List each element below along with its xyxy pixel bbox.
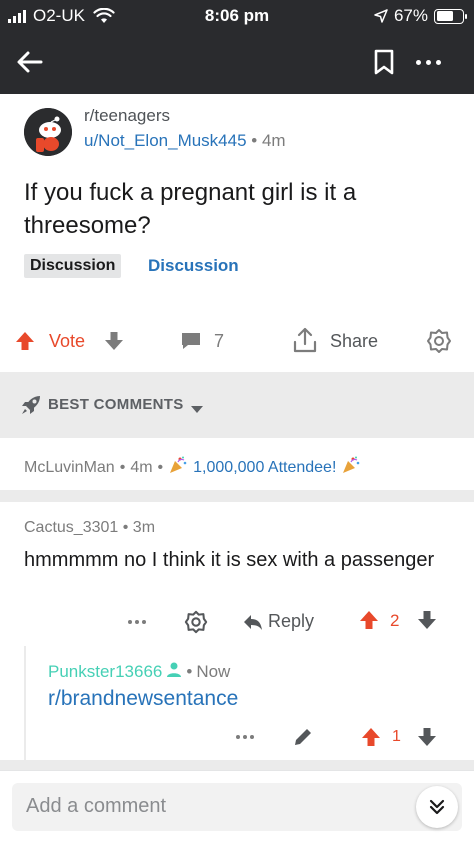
battery-percent: 67% xyxy=(393,6,428,25)
comment-more-button[interactable] xyxy=(128,620,146,624)
award-icon xyxy=(427,329,451,353)
comment-score: 1 xyxy=(392,728,401,745)
upvote-arrow-icon xyxy=(362,728,380,746)
app-header: O2-UK 8:06 pm 67% xyxy=(0,0,474,94)
comment-reply: Punkster13666 • Now r/brandnewsentance 1 xyxy=(0,646,474,760)
arrow-left-icon xyxy=(17,51,43,73)
comment-meta-separator: • xyxy=(157,458,164,476)
add-comment-placeholder: Add a comment xyxy=(26,795,167,817)
comment-meta-separator: • xyxy=(122,519,133,536)
comment-age: Now xyxy=(196,661,231,681)
award-icon xyxy=(184,610,208,634)
expand-composer-button[interactable] xyxy=(416,786,458,828)
subreddit-avatar[interactable] xyxy=(24,108,72,156)
comment-body-link[interactable]: r/brandnewsentance xyxy=(48,687,238,711)
share-button[interactable]: Share xyxy=(330,331,378,352)
downvote-arrow-icon xyxy=(418,728,436,746)
comment-author[interactable]: McLuvinMan xyxy=(24,459,115,477)
post-author-line: u/Not_Elon_Musk445 • 4m xyxy=(84,131,286,151)
bookmark-icon xyxy=(374,49,394,75)
post-flair-tag[interactable]: Discussion xyxy=(24,254,122,278)
upvote-button[interactable] xyxy=(14,330,36,357)
save-button[interactable] xyxy=(372,48,396,76)
downvote-arrow-icon xyxy=(418,611,436,629)
upvote-arrow-icon xyxy=(16,332,34,350)
vote-label[interactable]: Vote xyxy=(49,331,85,352)
reply-button[interactable]: Reply xyxy=(268,611,314,632)
upvote-arrow-icon xyxy=(360,611,378,629)
comments-button[interactable] xyxy=(180,331,202,356)
pencil-icon xyxy=(295,729,311,745)
downvote-arrow-icon xyxy=(105,332,123,350)
comment-author[interactable]: Cactus_3301 xyxy=(24,519,118,536)
comment-award-button[interactable] xyxy=(184,610,208,639)
more-options-button[interactable] xyxy=(416,60,441,65)
share-icon[interactable] xyxy=(292,326,318,359)
attendee-flair: 1,000,000 Attendee! xyxy=(193,458,337,476)
post-action-bar: Vote 7 Share xyxy=(0,326,474,358)
chevron-down-icon xyxy=(190,401,204,419)
downvote-button[interactable] xyxy=(103,330,125,357)
sort-label[interactable]: BEST COMMENTS xyxy=(48,396,184,413)
user-icon xyxy=(166,661,182,682)
party-popper-icon xyxy=(341,455,361,480)
location-icon xyxy=(374,9,388,23)
subreddit-link[interactable]: r/teenagers xyxy=(84,106,170,126)
comment-more-button[interactable] xyxy=(236,735,254,739)
comment-meta-separator: • xyxy=(186,661,193,681)
comment-score: 2 xyxy=(390,611,400,630)
add-comment-input[interactable]: Add a comment xyxy=(12,783,462,831)
back-button[interactable] xyxy=(14,46,46,78)
reply-icon[interactable] xyxy=(242,612,264,637)
edit-button[interactable] xyxy=(292,726,314,753)
post-flair-link[interactable]: Discussion xyxy=(148,254,239,278)
comment-downvote-button[interactable] xyxy=(416,726,438,753)
comment-bubble-icon xyxy=(182,333,200,349)
comment-author-line: Punkster13666 • Now xyxy=(48,661,230,682)
comment-author-line: Cactus_3301 • 3m xyxy=(24,519,155,537)
comment-count: 7 xyxy=(214,331,225,351)
battery-icon xyxy=(434,8,467,24)
party-popper-icon xyxy=(168,455,188,480)
snoo-icon xyxy=(24,108,72,156)
comment-upvote-button[interactable] xyxy=(360,726,382,753)
post-author-link[interactable]: u/Not_Elon_Musk445 xyxy=(84,131,247,150)
share-upload-icon xyxy=(293,327,317,353)
comment-downvote-button[interactable] xyxy=(416,609,438,636)
post-meta-separator: • xyxy=(251,131,262,150)
comment-collapsed[interactable]: McLuvinMan • 4m • 1,000,000 Attendee! xyxy=(0,438,474,490)
comment-sort-bar[interactable]: BEST COMMENTS xyxy=(0,372,474,438)
post-age: 4m xyxy=(261,131,286,150)
award-button[interactable] xyxy=(426,328,452,359)
double-chevron-down-icon xyxy=(429,799,445,815)
comment-divider xyxy=(0,760,474,770)
thread-line[interactable] xyxy=(24,646,26,760)
post-title: If you fuck a pregnant girl is it a thre… xyxy=(24,179,357,239)
status-bar: O2-UK 8:06 pm 67% xyxy=(0,0,474,32)
comment-age: 3m xyxy=(132,519,156,536)
comment-body: hmmmmm no I think it is sex with a passe… xyxy=(24,549,435,571)
comment-meta-separator: • xyxy=(119,458,126,476)
comment-age: 4m xyxy=(130,458,153,476)
comment-divider xyxy=(0,490,474,502)
comment-upvote-button[interactable] xyxy=(358,609,380,636)
rocket-icon xyxy=(20,394,42,421)
comment-author-op[interactable]: Punkster13666 xyxy=(48,662,162,682)
nav-bar xyxy=(0,40,474,86)
comment-composer: Add a comment xyxy=(0,770,474,841)
